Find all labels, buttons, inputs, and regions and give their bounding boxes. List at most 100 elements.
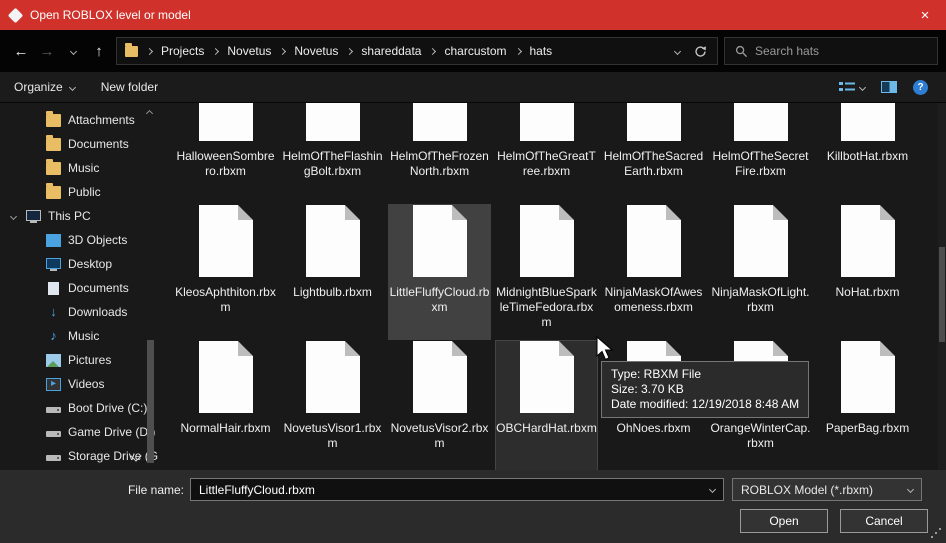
file-name-input[interactable] xyxy=(190,478,724,501)
file-item[interactable]: OBCHardHat.rbxm xyxy=(495,340,598,470)
file-icon xyxy=(627,103,681,141)
file-item[interactable]: LittleFluffyCloud.rbxm xyxy=(388,204,491,340)
file-item[interactable]: Lightbulb.rbxm xyxy=(281,204,384,340)
sidebar-scrollbar-thumb[interactable] xyxy=(147,340,154,463)
file-item[interactable]: NovetusVisor1.rbxm xyxy=(281,340,384,470)
help-icon[interactable]: ? xyxy=(913,80,928,95)
file-item[interactable]: HelmOfTheFrozenNorth.rbxm xyxy=(388,103,491,204)
sidebar-item-music[interactable]: Music xyxy=(0,156,160,180)
breadcrumb-separator-icon[interactable] xyxy=(146,47,153,54)
file-name-dropdown-button[interactable] xyxy=(701,479,723,500)
file-label: HelmOfTheGreatTree.rbxm xyxy=(496,149,597,179)
file-item[interactable]: MidnightBlueSparkleTimeFedora.rbxm xyxy=(495,204,598,340)
breadcrumb-separator-icon[interactable] xyxy=(429,47,436,54)
file-item[interactable]: HelmOfTheSecretFire.rbxm xyxy=(709,103,812,204)
breadcrumb-item[interactable]: charcustom xyxy=(444,44,506,58)
sidebar-item-boot-drive-c[interactable]: Boot Drive (C:) xyxy=(0,396,160,420)
scrollbar-thumb[interactable] xyxy=(939,247,945,342)
organize-button[interactable]: Organize xyxy=(14,80,75,94)
sidebar-item-desktop[interactable]: Desktop xyxy=(0,252,160,276)
sidebar-item-label: Pictures xyxy=(68,353,111,367)
breadcrumb-item[interactable]: Projects xyxy=(161,44,204,58)
file-item[interactable]: HalloweenSombrero.rbxm xyxy=(174,103,277,204)
open-file-dialog: Open ROBLOX level or model × ← → ↑ Proje… xyxy=(0,0,946,543)
file-item[interactable]: KillbotHat.rbxm xyxy=(816,103,919,204)
open-button[interactable]: Open xyxy=(740,509,828,533)
search-input[interactable] xyxy=(755,44,927,58)
breadcrumb-item[interactable]: hats xyxy=(530,44,553,58)
breadcrumb-separator-icon[interactable] xyxy=(514,47,521,54)
search-box[interactable] xyxy=(724,37,938,65)
app-icon xyxy=(9,9,22,22)
expand-chevron-icon[interactable] xyxy=(10,212,17,219)
pictures-icon xyxy=(46,354,61,367)
dialog-footer: File name: ROBLOX Model (*.rbxm) Open Ca… xyxy=(0,470,946,543)
sidebar-item-label: Public xyxy=(68,185,101,199)
file-label: HelmOfTheFlashingBolt.rbxm xyxy=(282,149,383,179)
file-item[interactable]: NoHat.rbxm xyxy=(816,204,919,340)
sidebar-item-label: Desktop xyxy=(68,257,112,271)
breadcrumb-item[interactable]: Novetus xyxy=(294,44,338,58)
sidebar-item-public[interactable]: Public xyxy=(0,180,160,204)
file-label: NormalHair.rbxm xyxy=(175,421,276,436)
file-item[interactable]: KleosAphthiton.rbxm xyxy=(174,204,277,340)
up-button[interactable]: ↑ xyxy=(86,38,112,64)
sidebar-item-documents[interactable]: Documents xyxy=(0,276,160,300)
new-folder-button[interactable]: New folder xyxy=(101,80,158,94)
file-name-row: File name: ROBLOX Model (*.rbxm) xyxy=(0,478,946,501)
file-list-scrollbar[interactable] xyxy=(938,103,946,470)
chevron-down-icon xyxy=(69,83,76,90)
sidebar-item-music[interactable]: Music xyxy=(0,324,160,348)
sidebar-item-game-drive-d[interactable]: Game Drive (D:) xyxy=(0,420,160,444)
breadcrumb-separator-icon[interactable] xyxy=(346,47,353,54)
file-item[interactable]: NovetusVisor2.rbxm xyxy=(388,340,491,470)
forward-button[interactable]: → xyxy=(34,38,60,64)
sidebar-item-label: Attachments xyxy=(68,113,135,127)
chevron-down-icon xyxy=(907,486,914,493)
sidebar-item-pictures[interactable]: Pictures xyxy=(0,348,160,372)
file-item[interactable]: PaperBag.rbxm xyxy=(816,340,919,470)
cancel-button[interactable]: Cancel xyxy=(840,509,928,533)
file-item[interactable]: HelmOfTheGreatTree.rbxm xyxy=(495,103,598,204)
breadcrumb[interactable]: Projects Novetus Novetus shareddata charcust… xyxy=(116,37,718,65)
back-button[interactable]: ← xyxy=(8,38,34,64)
file-item[interactable]: NinjaMaskOfAwesomeness.rbxm xyxy=(602,204,705,340)
sidebar-item-downloads[interactable]: Downloads xyxy=(0,300,160,324)
sidebar-item-label: Videos xyxy=(68,377,104,391)
file-icon xyxy=(199,341,253,413)
sidebar-item-label: Boot Drive (C:) xyxy=(68,401,147,415)
file-label: NoHat.rbxm xyxy=(817,285,918,300)
breadcrumb-separator-icon[interactable] xyxy=(279,47,286,54)
sidebar-item-this-pc[interactable]: This PC xyxy=(0,204,160,228)
sidebar-item-attachments[interactable]: Attachments xyxy=(0,108,160,132)
file-type-select[interactable]: ROBLOX Model (*.rbxm) xyxy=(732,478,922,501)
file-icon xyxy=(413,205,467,277)
file-label: Lightbulb.rbxm xyxy=(282,285,383,300)
history-chevron-icon[interactable] xyxy=(674,47,681,54)
preview-pane-icon[interactable] xyxy=(881,81,897,93)
breadcrumb-item[interactable]: shareddata xyxy=(361,44,421,58)
close-button[interactable]: × xyxy=(904,0,946,30)
file-item[interactable]: NormalHair.rbxm xyxy=(174,340,277,470)
refresh-icon[interactable] xyxy=(694,45,707,58)
sidebar-item-videos[interactable]: Videos xyxy=(0,372,160,396)
file-icon xyxy=(199,205,253,277)
file-type-value: ROBLOX Model (*.rbxm) xyxy=(741,483,902,497)
file-item[interactable]: NinjaMaskOfLight.rbxm xyxy=(709,204,812,340)
file-icon xyxy=(306,341,360,413)
navigation-pane: AttachmentsDocumentsMusicPublicThis PC3D… xyxy=(0,103,160,470)
sidebar-item-documents[interactable]: Documents xyxy=(0,132,160,156)
resize-grip[interactable] xyxy=(939,528,941,530)
file-label: NinjaMaskOfLight.rbxm xyxy=(710,285,811,315)
sidebar-item-label: Music xyxy=(68,329,99,343)
file-item[interactable]: HelmOfTheFlashingBolt.rbxm xyxy=(281,103,384,204)
breadcrumb-separator-icon[interactable] xyxy=(212,47,219,54)
file-icon xyxy=(520,205,574,277)
chevron-down-icon xyxy=(69,47,76,54)
change-view-button[interactable] xyxy=(839,81,865,93)
sidebar-item-3d-objects[interactable]: 3D Objects xyxy=(0,228,160,252)
file-item[interactable]: HelmOfTheSacredEarth.rbxm xyxy=(602,103,705,204)
sidebar-item-label: Game Drive (D:) xyxy=(68,425,155,439)
recent-locations-button[interactable] xyxy=(60,38,86,64)
breadcrumb-item[interactable]: Novetus xyxy=(227,44,271,58)
